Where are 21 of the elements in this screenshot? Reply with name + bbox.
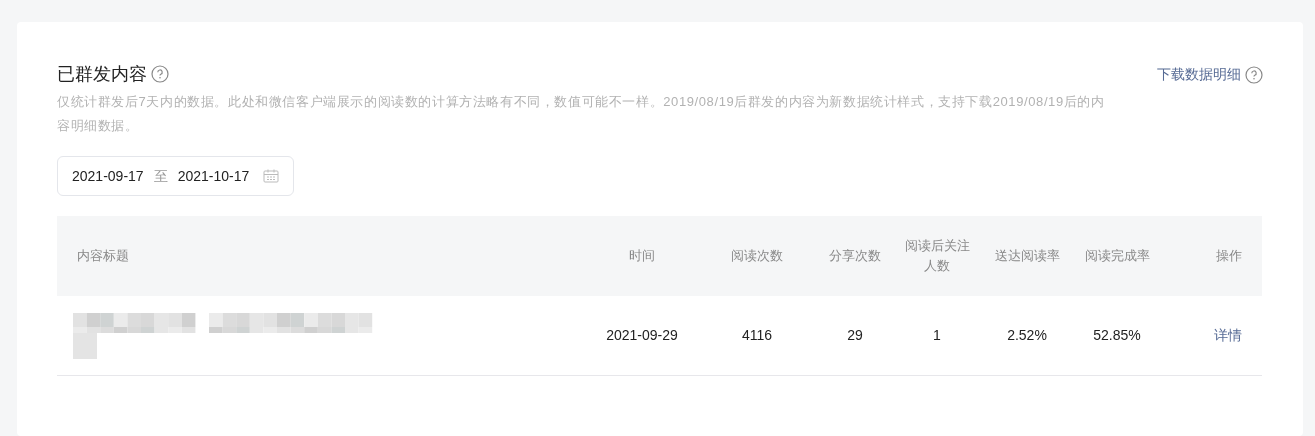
column-header: 阅读后关注人数 (904, 237, 970, 275)
table-cell-text: 2021-09-29 (606, 326, 678, 345)
column-header: 操作 (1216, 247, 1242, 265)
table-cell-text: 2.52% (1007, 326, 1047, 345)
column-header: 分享次数 (829, 247, 881, 265)
table-cell-text: 1 (933, 326, 941, 345)
section-title: 已群发内容 (57, 63, 147, 86)
column-header: 时间 (629, 247, 655, 265)
date-range-field[interactable]: 2021-09-17 至 2021-10-17 (57, 156, 295, 196)
calendar-icon (263, 169, 280, 183)
table-cell-text: 4116 (741, 326, 773, 345)
column-header: 阅读次数 (731, 247, 783, 265)
column-header: 内容标题 (77, 247, 129, 265)
help-icon[interactable] (151, 65, 169, 83)
table-cell-text: 52.85% (1093, 326, 1141, 345)
help-icon[interactable] (1245, 65, 1263, 84)
column-header: 阅读完成率 (1084, 247, 1150, 265)
download-link[interactable]: 下载数据明细 (1157, 64, 1241, 85)
details-link[interactable]: 详情 (1214, 325, 1242, 346)
column-header: 送达阅读率 (994, 247, 1060, 265)
table-cell-text: 29 (847, 326, 863, 345)
